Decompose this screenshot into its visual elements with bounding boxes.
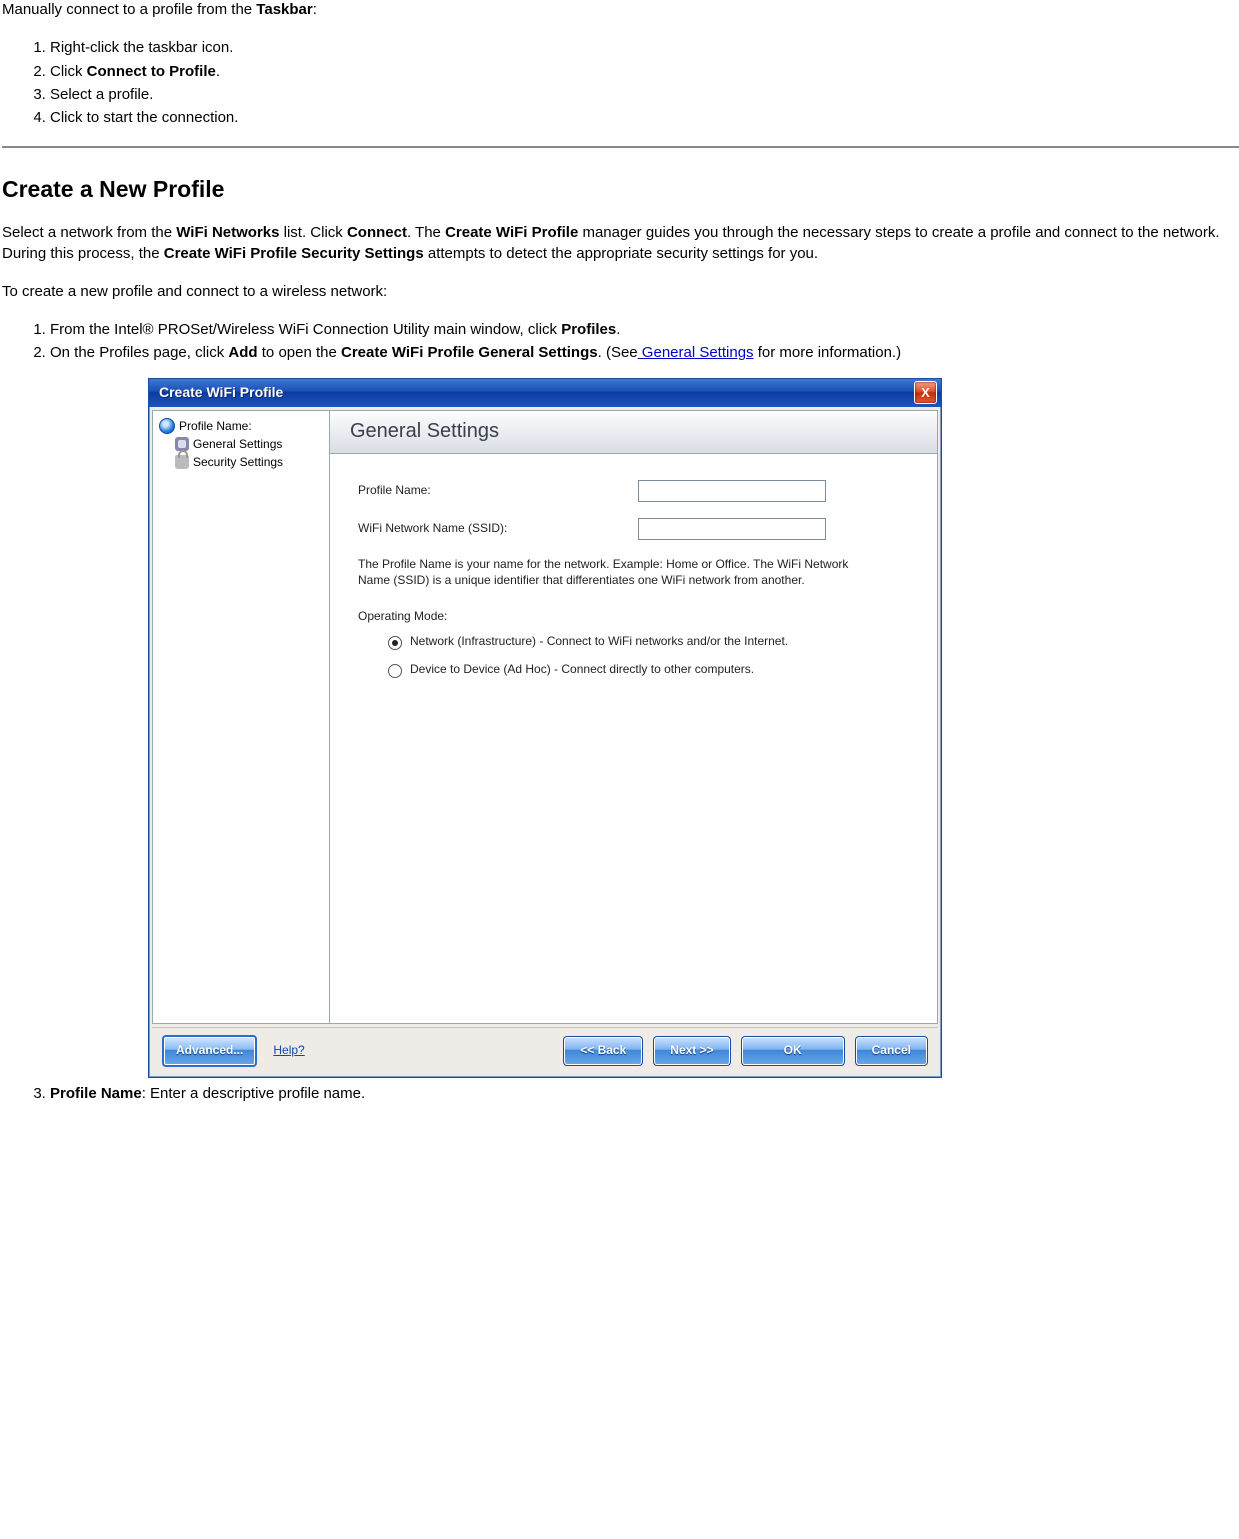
step-text: : Enter a descriptive profile name. xyxy=(142,1085,365,1102)
profile-name-row: Profile Name: xyxy=(358,480,923,502)
step-bold: Profile Name xyxy=(50,1085,142,1102)
step-bold: Connect to Profile xyxy=(87,63,216,80)
ssid-row: WiFi Network Name (SSID): xyxy=(358,518,923,540)
section-heading: Create a New Profile xyxy=(2,176,1239,203)
tree-label: Profile Name: xyxy=(179,418,252,434)
profile-name-input[interactable] xyxy=(638,480,826,502)
bold: WiFi Networks xyxy=(176,224,279,241)
text: . The xyxy=(407,224,445,241)
list-item: Right-click the taskbar icon. xyxy=(50,38,1239,58)
dialog-right-pane: General Settings Profile Name: WiFi Netw… xyxy=(330,411,937,1023)
step-bold: Profiles xyxy=(561,321,616,338)
dialog-title: Create WiFi Profile xyxy=(159,383,914,402)
text: attempts to detect the appropriate secur… xyxy=(424,245,818,262)
bold: Connect xyxy=(347,224,407,241)
close-icon[interactable]: X xyxy=(914,381,937,404)
tree-root[interactable]: Profile Name: xyxy=(157,417,329,435)
profile-name-note: The Profile Name is your name for the ne… xyxy=(358,556,868,588)
intro-paragraph: Manually connect to a profile from the T… xyxy=(2,0,1239,20)
create-profile-steps: From the Intel® PROSet/Wireless WiFi Con… xyxy=(2,320,1239,1104)
profile-name-label: Profile Name: xyxy=(358,482,638,498)
create-profile-paragraph: Select a network from the WiFi Networks … xyxy=(2,223,1239,264)
advanced-button[interactable]: Advanced... xyxy=(162,1035,257,1067)
text: Select a network from the xyxy=(2,224,176,241)
step-text: . xyxy=(616,321,620,338)
operating-mode-adhoc[interactable]: Device to Device (Ad Hoc) - Connect dire… xyxy=(388,662,908,678)
divider xyxy=(2,146,1239,148)
gear-icon xyxy=(175,437,189,451)
ssid-label: WiFi Network Name (SSID): xyxy=(358,520,638,536)
dialog-container: Create WiFi Profile X Profile Name: Gene… xyxy=(148,378,1239,1078)
bold: Create WiFi Profile Security Settings xyxy=(164,245,424,262)
intro-bold: Taskbar xyxy=(256,1,312,18)
radio-icon xyxy=(388,664,402,678)
list-item: Profile Name: Enter a descriptive profil… xyxy=(50,1084,1239,1104)
step-text: On the Profiles page, click xyxy=(50,344,228,361)
step-text: for more information.) xyxy=(754,344,902,361)
taskbar-steps-list: Right-click the taskbar icon. Click Conn… xyxy=(2,38,1239,128)
dialog-titlebar[interactable]: Create WiFi Profile X xyxy=(149,379,941,407)
general-settings-body: Profile Name: WiFi Network Name (SSID): … xyxy=(330,454,937,691)
step-text: From the Intel® PROSet/Wireless WiFi Con… xyxy=(50,321,561,338)
next-button[interactable]: Next >> xyxy=(653,1036,730,1066)
tree-label: Security Settings xyxy=(193,454,283,470)
operating-mode-infrastructure[interactable]: Network (Infrastructure) - Connect to Wi… xyxy=(388,634,908,650)
globe-icon xyxy=(159,418,175,434)
radio-icon xyxy=(388,636,402,650)
intro-text: Manually connect to a profile from the xyxy=(2,1,256,18)
step-text: Click xyxy=(50,63,87,80)
dialog-tree: Profile Name: General Settings Security … xyxy=(153,411,330,1023)
step-text: Right-click the taskbar icon. xyxy=(50,39,233,56)
step-bold: Add xyxy=(228,344,257,361)
list-item: Click to start the connection. xyxy=(50,108,1239,128)
text: list. Click xyxy=(279,224,347,241)
back-button[interactable]: << Back xyxy=(563,1036,643,1066)
create-profile-lead: To create a new profile and connect to a… xyxy=(2,282,1239,302)
step-text: . xyxy=(216,63,220,80)
radio-label: Device to Device (Ad Hoc) - Connect dire… xyxy=(410,662,908,678)
step-text: Click to start the connection. xyxy=(50,109,238,126)
general-settings-header: General Settings xyxy=(330,411,937,454)
step-text: Select a profile. xyxy=(50,86,153,103)
tree-item-security[interactable]: Security Settings xyxy=(157,453,329,471)
create-wifi-profile-dialog: Create WiFi Profile X Profile Name: Gene… xyxy=(148,378,942,1078)
operating-mode-label: Operating Mode: xyxy=(358,608,923,624)
step-text: to open the xyxy=(258,344,341,361)
general-settings-link[interactable]: General Settings xyxy=(638,344,754,361)
cancel-button[interactable]: Cancel xyxy=(855,1036,928,1066)
list-item: Select a profile. xyxy=(50,85,1239,105)
radio-label: Network (Infrastructure) - Connect to Wi… xyxy=(410,634,908,650)
step-text: . (See xyxy=(598,344,638,361)
bold: Create WiFi Profile xyxy=(445,224,578,241)
help-link[interactable]: Help? xyxy=(273,1042,304,1058)
dialog-body: Profile Name: General Settings Security … xyxy=(152,410,938,1024)
ok-button[interactable]: OK xyxy=(741,1036,845,1066)
list-item: On the Profiles page, click Add to open … xyxy=(50,343,1239,1077)
ssid-input[interactable] xyxy=(638,518,826,540)
list-item: Click Connect to Profile. xyxy=(50,62,1239,82)
intro-text-post: : xyxy=(313,1,317,18)
tree-label: General Settings xyxy=(193,436,282,452)
step-bold: Create WiFi Profile General Settings xyxy=(341,344,598,361)
lock-icon xyxy=(175,455,189,469)
dialog-button-bar: Advanced... Help? << Back Next >> OK Can… xyxy=(152,1027,938,1074)
list-item: From the Intel® PROSet/Wireless WiFi Con… xyxy=(50,320,1239,340)
